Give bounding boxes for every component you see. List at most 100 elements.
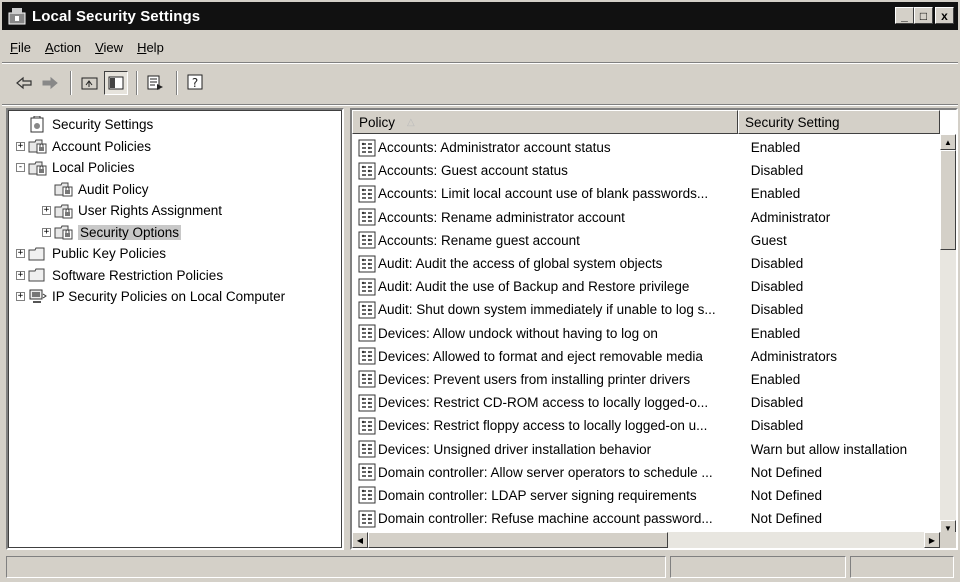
horizontal-scrollbar[interactable]: ◀ ▶ <box>352 532 940 548</box>
tree-item-ip-security-policies-on-local-computer[interactable]: + IP Security Policies on Local Computer <box>12 286 342 308</box>
maximize-button[interactable]: □ <box>914 7 933 24</box>
close-button[interactable]: x <box>935 7 954 24</box>
table-row[interactable]: Accounts: Limit local account use of bla… <box>352 182 940 205</box>
tree-item-label: User Rights Assignment <box>78 203 223 219</box>
table-row[interactable]: Audit: Audit the access of global system… <box>352 252 940 275</box>
console-tree-pane[interactable]: Security Settings + Account Policies - Local… <box>6 108 344 550</box>
svg-text:?: ? <box>192 76 198 90</box>
menu-help[interactable]: Help <box>137 40 164 55</box>
collapse-icon[interactable]: - <box>16 163 25 173</box>
status-panel-3 <box>850 556 954 578</box>
expand-icon[interactable]: + <box>42 227 51 237</box>
policy-name: Accounts: Administrator account status <box>378 140 611 156</box>
security-settings-icon <box>28 115 48 134</box>
expand-icon[interactable]: + <box>16 270 25 280</box>
tree-item-public-key-policies[interactable]: + Public Key Policies <box>12 243 342 265</box>
ip-security-icon <box>28 288 48 306</box>
column-header-security-setting[interactable]: Security Setting <box>738 110 940 134</box>
policy-name: Devices: Allow undock without having to … <box>378 325 658 341</box>
tree-item-account-policies[interactable]: + Account Policies <box>12 136 342 158</box>
security-setting-value: Enabled <box>750 186 801 202</box>
folder-lock-icon <box>28 137 48 155</box>
up-folder-icon[interactable] <box>78 71 102 95</box>
policy-name: Devices: Restrict CD-ROM access to local… <box>378 395 709 411</box>
expand-icon[interactable]: + <box>16 141 25 151</box>
back-icon[interactable] <box>12 71 36 95</box>
scroll-right-icon[interactable]: ▶ <box>924 532 940 548</box>
tree-item-audit-policy[interactable]: Audit Policy <box>12 179 342 201</box>
tree-item-label: Local Policies <box>52 160 135 176</box>
menu-file[interactable]: File <box>10 40 31 55</box>
policy-setting-icon <box>358 278 376 296</box>
title-bar[interactable]: Local Security Settings _ □ x <box>2 2 958 30</box>
local-security-settings-window: Local Security Settings _ □ x File Actio… <box>0 0 960 582</box>
tree-item-security-options[interactable]: + Security Options <box>12 222 342 244</box>
policy-setting-icon <box>358 440 376 458</box>
help-icon[interactable]: ? <box>184 71 208 95</box>
table-row[interactable]: Accounts: Rename administrator account Ad… <box>352 206 940 229</box>
policy-name: Accounts: Rename administrator account <box>378 209 625 225</box>
menu-view[interactable]: View <box>95 40 123 55</box>
vertical-scrollbar[interactable]: ▲ ▼ <box>940 134 956 536</box>
table-row[interactable]: Domain controller: LDAP server signing r… <box>352 484 940 507</box>
table-row[interactable]: Devices: Allowed to format and eject rem… <box>352 345 940 368</box>
tree-item-user-rights-assignment[interactable]: + User Rights Assignment <box>12 200 342 222</box>
table-row[interactable]: Devices: Restrict floppy access to local… <box>352 414 940 437</box>
column-header-policy[interactable]: Policy △ <box>352 110 738 134</box>
table-row[interactable]: Devices: Restrict CD-ROM access to local… <box>352 391 940 414</box>
tree-item-label: Software Restriction Policies <box>52 267 224 283</box>
table-row[interactable]: Domain controller: Refuse machine accoun… <box>352 507 940 530</box>
table-row[interactable]: Devices: Allow undock without having to … <box>352 322 940 345</box>
status-panel-main <box>6 556 666 578</box>
table-row[interactable]: Accounts: Rename guest account Guest <box>352 229 940 252</box>
export-list-icon[interactable] <box>144 71 168 95</box>
table-row[interactable]: Accounts: Guest account status Disabled <box>352 159 940 182</box>
security-setting-value: Enabled <box>750 325 801 341</box>
menu-help-rest: elp <box>146 39 164 55</box>
minimize-button[interactable]: _ <box>895 7 914 24</box>
scroll-up-icon[interactable]: ▲ <box>940 134 956 150</box>
table-row[interactable]: Domain controller: Allow server operator… <box>352 461 940 484</box>
toolbar: ? <box>2 64 958 102</box>
expand-icon[interactable]: + <box>16 292 25 302</box>
security-setting-value: Administrators <box>750 348 838 364</box>
tree-item-label: Account Policies <box>52 138 152 154</box>
app-icon <box>8 7 28 25</box>
policy-name: Accounts: Limit local account use of bla… <box>378 186 709 202</box>
policy-setting-icon <box>358 394 376 412</box>
folder-icon <box>28 245 48 263</box>
tree-item-security-settings[interactable]: Security Settings <box>12 114 342 136</box>
scroll-left-icon[interactable]: ◀ <box>352 532 368 548</box>
table-row[interactable]: Audit: Shut down system immediately if u… <box>352 298 940 321</box>
policy-name: Domain controller: Refuse machine accoun… <box>378 511 713 527</box>
table-row[interactable]: Devices: Prevent users from installing p… <box>352 368 940 391</box>
policy-name: Devices: Allowed to format and eject rem… <box>378 348 703 364</box>
table-row[interactable]: Accounts: Administrator account status En… <box>352 136 940 159</box>
tree-item-local-policies[interactable]: - Local Policies <box>12 157 342 179</box>
expand-icon[interactable]: + <box>42 206 51 216</box>
folder-lock-icon <box>54 180 74 198</box>
table-row[interactable]: Devices: Unsigned driver installation be… <box>352 437 940 460</box>
tree-item-software-restriction-policies[interactable]: + Software Restriction Policies <box>12 265 342 287</box>
policy-name: Domain controller: LDAP server signing r… <box>378 487 697 503</box>
table-row[interactable]: Audit: Audit the use of Backup and Resto… <box>352 275 940 298</box>
policy-setting-icon <box>358 324 376 342</box>
horizontal-scroll-thumb[interactable] <box>368 532 668 548</box>
policy-setting-icon <box>358 417 376 435</box>
expand-icon[interactable]: + <box>16 249 25 259</box>
folder-lock-icon <box>28 159 48 177</box>
security-setting-value: Disabled <box>750 279 804 295</box>
policy-setting-icon <box>358 231 376 249</box>
status-panel-2 <box>670 556 846 578</box>
policy-setting-icon <box>358 463 376 481</box>
policy-setting-icon <box>358 510 376 528</box>
tree-item-label: Audit Policy <box>78 181 149 197</box>
list-header: Policy △ Security Setting <box>352 110 956 134</box>
details-pane[interactable]: Policy △ Security Setting Accounts: Admi… <box>350 108 958 550</box>
vertical-scroll-thumb[interactable] <box>940 150 956 250</box>
show-hide-tree-icon[interactable] <box>104 71 128 95</box>
security-setting-value: Warn but allow installation <box>750 441 908 457</box>
folder-icon <box>28 266 48 284</box>
forward-icon[interactable] <box>38 71 62 95</box>
menu-action[interactable]: Action <box>45 40 81 55</box>
